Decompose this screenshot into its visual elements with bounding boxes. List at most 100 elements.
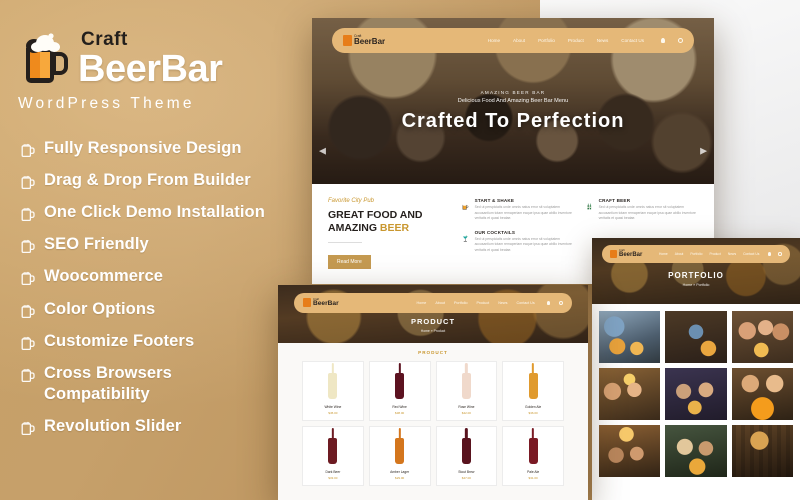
beer-mug-icon: [18, 28, 70, 86]
product-card[interactable]: White Wine $45.00: [302, 361, 364, 421]
nav-link-product[interactable]: Product: [477, 301, 490, 305]
nav-link-home[interactable]: Home: [488, 38, 500, 43]
product-name: Red Wine: [392, 405, 407, 409]
feature-item: Customize Footers: [20, 331, 290, 352]
beer-mug-bullet-icon: [21, 143, 35, 158]
product-card[interactable]: Pale Ale $31.00: [502, 426, 564, 486]
beer-mug-bullet-icon: [21, 272, 35, 286]
nav-link-home[interactable]: Home: [416, 301, 426, 305]
feature-label: Drag & Drop From Builder: [44, 171, 251, 190]
read-more-button[interactable]: Read More: [328, 255, 371, 270]
product-card[interactable]: Red Wine $38.00: [368, 361, 431, 421]
product-bottle-image: [461, 373, 471, 399]
feature-item: Revolution Slider: [20, 416, 290, 437]
gallery-item[interactable]: [665, 368, 727, 420]
product-breadcrumb: Home » Product: [420, 329, 446, 333]
hero-eyebrow: AMAZING BEER BAR: [480, 90, 546, 95]
nav-link-portfolio[interactable]: Portfolio: [454, 301, 468, 305]
nav-link-portfolio[interactable]: Portfolio: [538, 38, 555, 43]
product-name: White Wine: [324, 405, 342, 409]
product-card[interactable]: Dark Beer $33.00: [302, 426, 364, 486]
gallery-item[interactable]: [599, 425, 661, 477]
nav-link-product[interactable]: Product: [709, 252, 720, 256]
cocktail-glass-icon: [462, 235, 468, 242]
beer-mug-bullet-icon: [21, 368, 35, 382]
beer-mug-bullet-icon: [21, 336, 35, 350]
search-icon[interactable]: [678, 38, 683, 43]
product-card[interactable]: Stout Brew $47.00: [435, 426, 498, 486]
hero-subtitle: Delicious Food And Amazing Beer Bar Menu: [457, 98, 569, 104]
nav-link-product[interactable]: Product: [568, 38, 584, 43]
product-price: $38.00: [395, 411, 405, 415]
navbar-links[interactable]: Home About Portfolio Product News Contac…: [659, 252, 782, 256]
service-title: START & SHAKE: [474, 198, 515, 203]
logo-subtitle: WordPress Theme: [18, 95, 195, 112]
feature-item: Color Options: [20, 299, 290, 320]
product-banner-title: PRODUCT: [410, 317, 456, 326]
product-name: Amber Lager: [390, 470, 410, 474]
nav-link-news[interactable]: News: [597, 38, 609, 43]
nav-link-news[interactable]: News: [498, 301, 507, 305]
logo-name-text: BeerBar: [78, 48, 223, 90]
nav-link-contact-us[interactable]: Contact Us: [516, 301, 534, 305]
navbar-logo[interactable]: Craft BeerBar: [303, 298, 339, 308]
navbar-links[interactable]: Home About Portfolio Product News Contac…: [416, 301, 563, 305]
navbar-links[interactable]: Home About Portfolio Product News Contac…: [488, 38, 683, 43]
product-bottle-image: [461, 438, 471, 464]
product-card[interactable]: Rose Wine $42.00: [435, 361, 498, 421]
nav-link-contact-us[interactable]: Contact Us: [743, 252, 759, 256]
portfolio-navbar[interactable]: Craft BeerBar Home About Portfolio Produ…: [602, 245, 790, 263]
product-price: $47.00: [461, 476, 471, 480]
nav-link-about[interactable]: About: [513, 38, 525, 43]
nav-link-contact-us[interactable]: Contact Us: [621, 38, 644, 43]
product-card[interactable]: Golden Ale $36.00: [502, 361, 564, 421]
feature-label: Fully Responsive Design: [44, 139, 242, 157]
gallery-item[interactable]: [665, 425, 727, 477]
nav-link-news[interactable]: News: [728, 252, 736, 256]
search-icon[interactable]: [778, 252, 782, 256]
feature-item: Cross Browsers Compatibility: [20, 363, 290, 405]
beer-bottles-icon: [587, 203, 592, 210]
about-divider: [328, 242, 362, 244]
beer-mug-bullet-icon: [21, 208, 35, 222]
product-price: $29.00: [395, 476, 405, 480]
gallery-item[interactable]: [731, 311, 793, 363]
nav-link-about[interactable]: About: [435, 301, 445, 305]
user-icon[interactable]: [546, 301, 550, 305]
services-column-1: START & SHAKE Sed ut perspiciatis unde o…: [462, 198, 572, 270]
feature-item: Drag & Drop From Builder: [20, 170, 290, 191]
nav-link-portfolio[interactable]: Portfolio: [690, 252, 702, 256]
product-navbar[interactable]: Craft BeerBar Home About Portfolio Produ…: [294, 293, 572, 313]
service-body: Sed ut perspiciatis unde omnis natus err…: [474, 205, 572, 221]
user-icon[interactable]: [768, 252, 772, 256]
beer-mug-icon: [462, 203, 469, 210]
gallery-item[interactable]: [731, 425, 793, 477]
feature-label: Woocommerce: [44, 267, 164, 286]
product-name: Golden Ale: [525, 405, 542, 409]
feature-label: SEO Friendly: [44, 235, 149, 254]
portfolio-banner-title: PORTFOLIO: [668, 271, 724, 280]
beer-mug-bullet-icon: [21, 240, 35, 254]
hero-prev-arrow[interactable]: ◀: [319, 146, 326, 157]
product-card[interactable]: Amber Lager $29.00: [368, 426, 431, 486]
gallery-item[interactable]: [599, 311, 661, 363]
site-navbar[interactable]: Craft BeerBar Home About Portfolio Produ…: [332, 28, 694, 53]
gallery-item[interactable]: [599, 368, 661, 420]
navbar-logo[interactable]: Craft BeerBar: [610, 249, 643, 259]
feature-label: Revolution Slider: [44, 416, 182, 435]
feature-label: Cross Browsers Compatibility: [44, 363, 172, 403]
product-price: $42.00: [461, 411, 471, 415]
navbar-brand: BeerBar: [619, 252, 643, 259]
about-eyebrow: Favorite City Pub: [328, 198, 375, 204]
nav-link-about[interactable]: About: [675, 252, 684, 256]
gallery-item[interactable]: [731, 368, 793, 420]
user-icon[interactable]: [661, 38, 665, 43]
product-bottle-image: [395, 373, 405, 399]
search-icon[interactable]: [559, 301, 563, 305]
product-name: Dark Beer: [325, 470, 341, 474]
nav-link-home[interactable]: Home: [659, 252, 668, 256]
service-title: CRAFT BEER: [598, 198, 631, 203]
hero-next-arrow[interactable]: ▶: [700, 146, 707, 157]
gallery-item[interactable]: [665, 311, 727, 363]
navbar-logo[interactable]: Craft BeerBar: [343, 34, 385, 46]
